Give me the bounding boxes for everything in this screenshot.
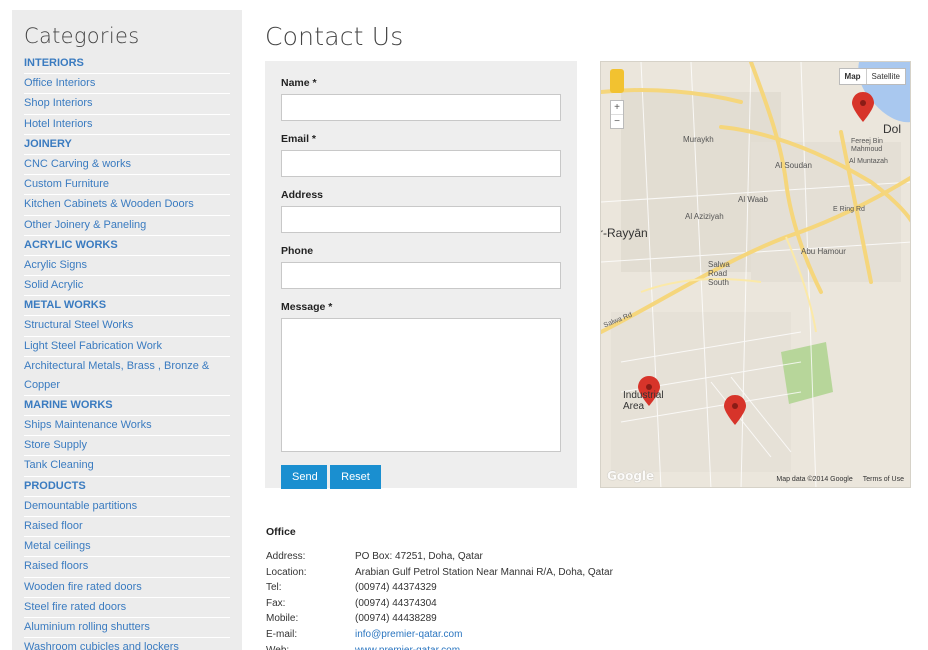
category-link[interactable]: Wooden fire rated doors xyxy=(24,578,230,598)
category-heading[interactable]: PRODUCTS xyxy=(24,477,230,497)
category-link[interactable]: CNC Carving & works xyxy=(24,155,230,176)
office-row: Fax: (00974) 44374304 xyxy=(266,596,686,612)
google-logo[interactable]: Google xyxy=(607,469,654,483)
office-info: Office Address: PO Box: 47251, Doha, Qata… xyxy=(266,526,686,650)
office-row-value: (00974) 44438289 xyxy=(355,613,437,625)
category-link[interactable]: Structural Steel Works xyxy=(24,316,230,337)
address-label: Address xyxy=(281,189,324,201)
form-buttons: Send Reset xyxy=(281,465,561,489)
office-row-key: E-mail: xyxy=(266,628,298,640)
map-type-map-button[interactable]: Map xyxy=(840,69,867,84)
zoom-out-button[interactable]: − xyxy=(611,115,623,128)
category-link[interactable]: Solid Acrylic xyxy=(24,276,230,297)
office-row: Mobile: (00974) 44438289 xyxy=(266,611,686,627)
office-row-value: Arabian Gulf Petrol Station Near Mannai … xyxy=(355,566,613,578)
sidebar-title: Categories xyxy=(24,24,140,48)
office-row-key: Web: xyxy=(266,643,355,650)
office-rows: Address: PO Box: 47251, Doha, Qatar Locati… xyxy=(266,549,686,650)
office-row-key: Tel: xyxy=(266,582,282,594)
category-link[interactable]: Washroom cubicles and lockers xyxy=(24,638,230,650)
category-link[interactable]: Custom Furniture xyxy=(24,175,230,196)
category-link[interactable]: Demountable partitions xyxy=(24,497,230,517)
map-label-ring-rd: E Ring Rd xyxy=(833,206,865,213)
reset-button[interactable]: Reset xyxy=(330,465,381,489)
category-heading[interactable]: MARINE WORKS xyxy=(24,396,230,416)
category-heading[interactable]: JOINERY xyxy=(24,135,230,155)
category-link[interactable]: Ships Maintenance Works xyxy=(24,416,230,437)
office-row: Location: Arabian Gulf Petrol Station Nea… xyxy=(266,565,686,581)
office-row-value: PO Box: 47251, Doha, Qatar xyxy=(355,551,483,562)
address-field[interactable] xyxy=(281,206,561,233)
category-heading[interactable]: INTERIORS xyxy=(24,54,230,75)
category-link[interactable]: Shop Interiors xyxy=(24,94,230,115)
category-link[interactable]: Aluminium rolling shutters xyxy=(24,618,230,639)
street-view-pegman-icon[interactable] xyxy=(610,69,624,93)
email-label: Email * xyxy=(281,133,317,145)
map-label-al-aziziyah: Al Aziziyah xyxy=(685,212,724,221)
message-label: Message * xyxy=(281,301,333,313)
office-row: Address: PO Box: 47251, Doha, Qatar xyxy=(266,549,686,565)
name-label: Name * xyxy=(281,77,317,89)
map-type-satellite-button[interactable]: Satellite xyxy=(867,69,905,84)
office-row: Tel: (00974) 44374329 xyxy=(266,580,686,596)
contact-form: Name * Email * Address Phone Message * S… xyxy=(265,61,577,489)
category-link[interactable]: Light Steel Fabrication Work xyxy=(24,337,230,357)
office-row-key: Location: xyxy=(266,566,307,578)
category-link[interactable]: Raised floors xyxy=(24,557,230,578)
map-label-abu-hamour: Abu Hamour xyxy=(801,247,846,256)
map-label-fereej: Fereej Bin Mahmoud xyxy=(851,138,883,153)
office-row-value: (00974) 44374304 xyxy=(355,597,437,609)
map-footer: Map data ©2014 Google Terms of Use xyxy=(776,476,904,483)
category-link[interactable]: Acrylic Signs xyxy=(24,256,230,277)
website-link[interactable]: www.premier-qatar.com xyxy=(355,643,460,650)
map-data-attribution: Map data ©2014 Google xyxy=(776,476,853,483)
map-label-al-waab: Al Waab xyxy=(738,195,768,204)
category-link[interactable]: Kitchen Cabinets & Wooden Doors xyxy=(24,195,230,216)
category-heading[interactable]: METAL WORKS xyxy=(24,296,230,317)
category-link[interactable]: Architectural Metals, Brass , Bronze & C… xyxy=(24,357,230,396)
office-row-key: Fax: xyxy=(266,597,286,609)
category-link[interactable]: Office Interiors xyxy=(24,74,230,95)
map-label-al-soudan: Al Soudan xyxy=(775,161,812,170)
category-link[interactable]: Raised floor xyxy=(24,517,230,538)
category-link[interactable]: Other Joinery & Paneling xyxy=(24,216,230,236)
category-link[interactable]: Store Supply xyxy=(24,436,230,457)
map-label-murraykh: Muraykh xyxy=(683,135,714,144)
map-label-salwa-south: Salwa Road South xyxy=(708,260,730,287)
category-list: INTERIORS Office Interiors Shop Interiors H… xyxy=(24,54,230,650)
map-label-doha: Dol xyxy=(883,122,902,136)
office-row-key: Mobile: xyxy=(266,613,299,625)
email-link[interactable]: info@premier-qatar.com xyxy=(355,627,462,643)
office-row-key: Address: xyxy=(266,551,306,562)
name-field[interactable] xyxy=(281,94,561,121)
phone-field[interactable] xyxy=(281,262,561,289)
zoom-control: + − xyxy=(610,100,624,129)
email-field[interactable] xyxy=(281,150,561,177)
category-heading[interactable]: ACRYLIC WORKS xyxy=(24,236,230,256)
map-label-al-muntazah: Al Muntazah xyxy=(849,158,888,165)
category-link[interactable]: Steel fire rated doors xyxy=(24,598,230,618)
category-link[interactable]: Tank Cleaning xyxy=(24,456,230,477)
category-link[interactable]: Metal ceilings xyxy=(24,537,230,558)
map-label-industrial: Industrial Area xyxy=(623,390,664,412)
office-row: E-mail: info@premier-qatar.com xyxy=(266,627,686,643)
office-row-value: (00974) 44374329 xyxy=(355,582,437,594)
office-heading: Office xyxy=(266,526,296,538)
map-label-rayyan: r-Rayyān xyxy=(600,226,648,240)
location-map[interactable]: r-Rayyān Dol Industrial Area Muraykh Al … xyxy=(600,61,911,488)
zoom-in-button[interactable]: + xyxy=(611,101,623,115)
map-canvas xyxy=(601,62,910,487)
page-title: Contact Us xyxy=(265,22,404,51)
office-row: Web:www.premier-qatar.com xyxy=(266,643,686,650)
category-link[interactable]: Hotel Interiors xyxy=(24,115,230,135)
send-button[interactable]: Send xyxy=(281,465,327,489)
message-field[interactable] xyxy=(281,318,561,452)
map-terms-link[interactable]: Terms of Use xyxy=(863,476,904,483)
categories-sidebar: Categories INTERIORS Office Interiors Shop… xyxy=(12,10,242,650)
phone-label: Phone xyxy=(281,245,314,257)
map-type-control: Map Satellite xyxy=(838,68,906,85)
